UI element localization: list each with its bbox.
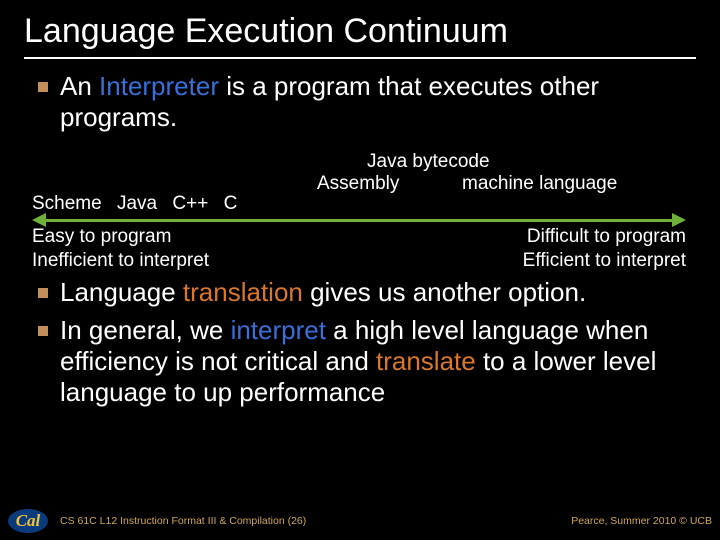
language-row: Scheme Java C++ C: [32, 193, 247, 215]
bottom-bullets: Language translation gives us another op…: [38, 277, 696, 408]
label-java-bytecode: Java bytecode: [367, 151, 490, 173]
ease-left-line1: Easy to program: [32, 225, 209, 249]
bullet-item: Language translation gives us another op…: [38, 277, 696, 308]
ease-right-line2: Efficient to interpret: [523, 249, 686, 273]
bullet-post: gives us another option.: [303, 277, 586, 307]
bullet-marker-icon: [38, 82, 48, 92]
bullet-text: Language translation gives us another op…: [60, 277, 586, 308]
bullet-pre: In general, we: [60, 315, 231, 345]
lang-cpp: C++: [172, 193, 208, 214]
bullet-text: An Interpreter is a program that execute…: [60, 71, 696, 133]
top-bullets: An Interpreter is a program that execute…: [38, 71, 696, 133]
lang-c: C: [224, 193, 238, 214]
label-assembly: Assembly: [317, 173, 399, 195]
footer: Cal CS 61C L12 Instruction Format III & …: [0, 508, 720, 540]
keyword-interpreter: Interpreter: [99, 71, 219, 101]
bullet-item: An Interpreter is a program that execute…: [38, 71, 696, 133]
slide: Language Execution Continuum An Interpre…: [0, 0, 720, 540]
arrow-shaft: [45, 219, 673, 222]
footer-right: Pearce, Summer 2010 © UCB: [571, 515, 712, 527]
bullet-marker-icon: [38, 326, 48, 336]
keyword-translation: translation: [183, 277, 303, 307]
continuum-diagram: Java bytecode Assembly machine language …: [32, 151, 696, 271]
bullet-marker-icon: [38, 288, 48, 298]
ease-left-block: Easy to program Inefficient to interpret: [32, 225, 209, 273]
keyword-interpret: interpret: [231, 315, 326, 345]
bullet-item: In general, we interpret a high level la…: [38, 315, 696, 409]
continuum-arrow: [32, 217, 686, 223]
slide-title: Language Execution Continuum: [24, 12, 696, 59]
ease-right-line1: Difficult to program: [523, 225, 686, 249]
footer-left: CS 61C L12 Instruction Format III & Comp…: [60, 515, 306, 527]
cal-logo-icon: Cal: [8, 507, 48, 535]
bullet-pre: Language: [60, 277, 183, 307]
lang-java: Java: [117, 193, 157, 214]
ease-right-block: Difficult to program Efficient to interp…: [523, 225, 686, 273]
lang-scheme: Scheme: [32, 193, 102, 214]
keyword-translate: translate: [376, 346, 476, 376]
label-machine-language: machine language: [462, 173, 617, 195]
bullet-text: In general, we interpret a high level la…: [60, 315, 696, 409]
bullet-pre: An: [60, 71, 99, 101]
ease-left-line2: Inefficient to interpret: [32, 249, 209, 273]
